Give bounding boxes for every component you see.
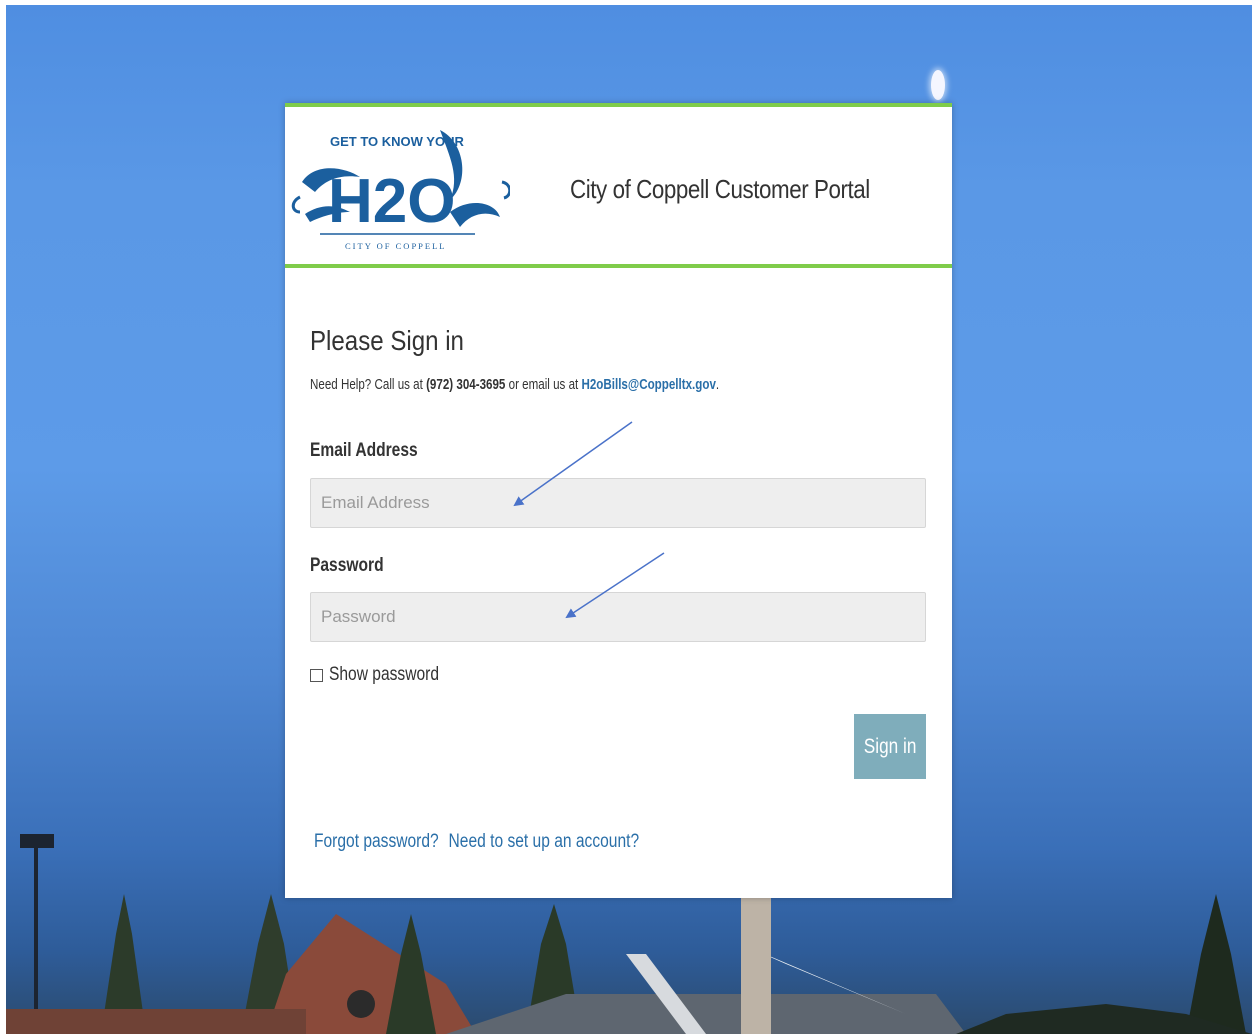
- login-card: GET TO KNOW YOUR H2O CITY OF COPPELL Cit…: [285, 103, 952, 898]
- email-label: Email Address: [310, 440, 418, 461]
- sign-in-button[interactable]: Sign in: [854, 714, 926, 779]
- footer-links: Forgot password? Need to set up an accoun…: [314, 831, 649, 853]
- sign-in-button-label: Sign in: [863, 734, 917, 758]
- email-field[interactable]: [310, 478, 926, 528]
- card-header: GET TO KNOW YOUR H2O CITY OF COPPELL Cit…: [285, 103, 952, 268]
- help-prefix: Need Help? Call us at: [310, 377, 427, 393]
- show-password-checkbox[interactable]: [310, 668, 323, 682]
- setup-account-link[interactable]: Need to set up an account?: [449, 831, 640, 852]
- forgot-password-link[interactable]: Forgot password?: [314, 831, 439, 852]
- moon-graphic: [931, 70, 945, 100]
- help-text: Need Help? Call us at (972) 304-3695 or …: [310, 377, 719, 393]
- help-middle: or email us at: [505, 377, 582, 393]
- h2o-logo: GET TO KNOW YOUR H2O CITY OF COPPELL: [291, 130, 510, 251]
- show-password-toggle[interactable]: Show password: [310, 664, 463, 686]
- sign-in-heading: Please Sign in: [310, 325, 464, 356]
- show-password-label: Show password: [329, 664, 439, 685]
- help-email-link[interactable]: H2oBills@Coppelltx.gov: [581, 377, 715, 393]
- help-suffix: .: [715, 377, 720, 393]
- logo-main-text: H2O: [328, 167, 455, 236]
- help-phone: (972) 304-3695: [426, 377, 506, 393]
- logo-bottom-text: CITY OF COPPELL: [345, 241, 446, 251]
- portal-title: City of Coppell Customer Portal: [570, 174, 870, 204]
- password-field[interactable]: [310, 592, 926, 642]
- password-label: Password: [310, 555, 384, 576]
